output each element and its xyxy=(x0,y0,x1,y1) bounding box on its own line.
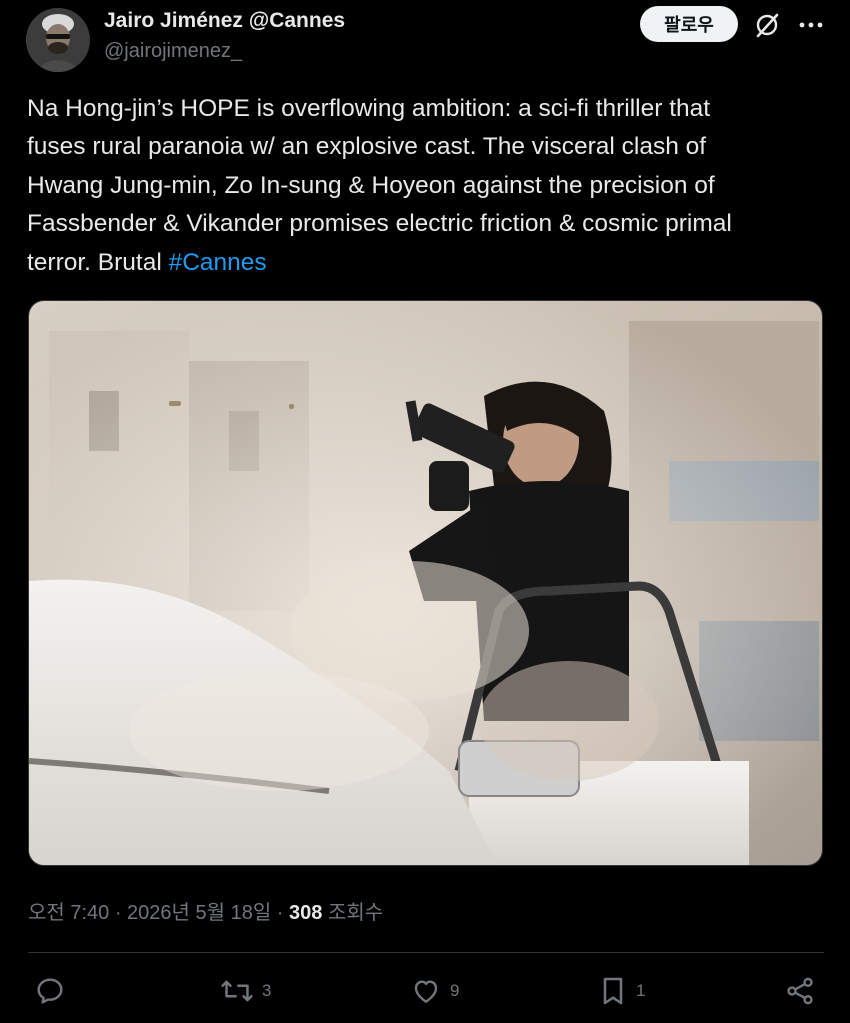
action-bar: 3 9 1 xyxy=(0,965,850,1017)
retweet-icon xyxy=(220,975,254,1007)
tweet-text-line: Hwang Jung-min, Zo In-sung & Hoyeon agai… xyxy=(27,171,715,199)
tweet-text: Na Hong-jin’s HOPE is overflowing ambiti… xyxy=(27,90,827,282)
tweet-meta: 오전 7:40 · 2026년 5월 18일 · 308 조회수 xyxy=(28,896,383,925)
bookmark-icon xyxy=(598,975,628,1007)
like-button[interactable]: 9 xyxy=(410,965,459,1017)
tweet-media-image[interactable] xyxy=(28,300,823,866)
retweet-count: 3 xyxy=(262,981,272,1000)
bookmark-button[interactable]: 1 xyxy=(598,965,645,1017)
views-count: 308 xyxy=(289,902,323,924)
tweet-text-tail: terror. Brutal xyxy=(27,248,169,276)
like-count: 9 xyxy=(450,981,460,1000)
timestamp[interactable]: 오전 7:40 · 2026년 5월 18일 · xyxy=(28,902,289,924)
tweet-text-line: Na Hong-jin’s HOPE is overflowing ambiti… xyxy=(27,95,711,122)
share-button[interactable] xyxy=(784,965,816,1017)
heart-icon xyxy=(410,975,442,1007)
grok-icon[interactable] xyxy=(750,8,784,42)
retweet-button[interactable]: 3 xyxy=(220,965,271,1017)
tweet-text-line: Fassbender & Vikander promises electric … xyxy=(27,210,732,238)
tweet-header: Jairo Jiménez @Cannes @jairojimenez_ 팔로우 xyxy=(0,0,850,80)
divider xyxy=(28,952,824,953)
more-dots-icon[interactable] xyxy=(794,8,828,42)
bookmark-count: 1 xyxy=(636,981,646,1000)
author-handle[interactable]: @jairojimenez_ xyxy=(104,40,242,63)
views-label: 조회수 xyxy=(322,902,384,924)
reply-bubble-icon xyxy=(34,975,66,1007)
tweet-text-line: fuses rural paranoia w/ an explosive cas… xyxy=(27,133,707,161)
author-name[interactable]: Jairo Jiménez @Cannes xyxy=(104,9,345,33)
avatar[interactable] xyxy=(26,8,90,72)
hashtag-link[interactable]: #Cannes xyxy=(169,249,267,276)
tweet-text-line-last: terror. Brutal #Cannes xyxy=(27,244,827,282)
reply-button[interactable] xyxy=(34,965,74,1017)
follow-button[interactable]: 팔로우 xyxy=(640,6,738,42)
share-icon xyxy=(784,975,816,1007)
